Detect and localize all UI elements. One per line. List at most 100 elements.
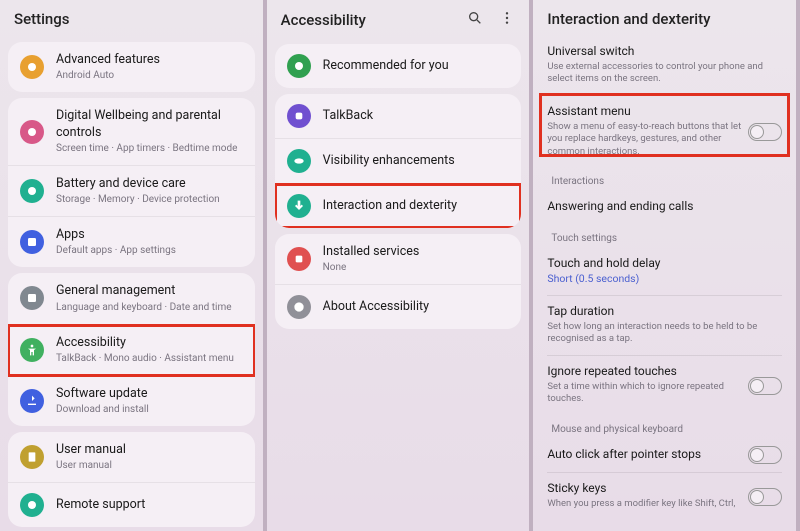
a11y-card-1: Recommended for you	[275, 44, 522, 88]
autoclick-toggle[interactable]	[748, 446, 782, 464]
row-title: TalkBack	[323, 108, 510, 124]
row-title: Ignore repeated touches	[547, 364, 742, 380]
row-remote-support[interactable]: Remote support	[8, 483, 255, 527]
accessibility-icon	[20, 338, 44, 362]
row-text: About Accessibility	[323, 299, 510, 315]
general-icon	[20, 286, 44, 310]
row-sub: Download and install	[56, 403, 243, 416]
sticky-toggle[interactable]	[748, 488, 782, 506]
row-talkback[interactable]: TalkBack	[275, 94, 522, 139]
accessibility-header: Accessibility	[267, 0, 530, 38]
row-title: Recommended for you	[323, 58, 510, 74]
row-title: Advanced features	[56, 52, 243, 68]
row-text: Accessibility TalkBack · Mono audio · As…	[56, 335, 243, 365]
row-title: Universal switch	[547, 44, 782, 60]
row-title: Interaction and dexterity	[323, 198, 510, 214]
wellbeing-icon	[20, 120, 44, 144]
row-title: Touch and hold delay	[547, 256, 782, 272]
row-sticky-keys[interactable]: Sticky keys When you press a modifier ke…	[533, 473, 796, 520]
more-icon[interactable]	[499, 10, 515, 30]
a11y-card-2: TalkBack Visibility enhancements Interac…	[275, 94, 522, 228]
advanced-icon	[20, 55, 44, 79]
row-title: Software update	[56, 386, 243, 402]
remote-icon	[20, 493, 44, 517]
row-battery-care[interactable]: Battery and device care Storage · Memory…	[8, 166, 255, 217]
interaction-icon	[287, 194, 311, 218]
row-sub: Show a menu of easy-to-reach buttons tha…	[547, 121, 742, 158]
talkback-icon	[287, 104, 311, 128]
row-sub: Set a time within which to ignore repeat…	[547, 381, 742, 406]
row-sub: Default apps · App settings	[56, 244, 243, 257]
settings-card-1: Advanced features Android Auto	[8, 42, 255, 92]
row-sub: Language and keyboard · Date and time	[56, 301, 243, 314]
about-icon: i	[287, 295, 311, 319]
recommended-icon	[287, 54, 311, 78]
accessibility-panel: Accessibility Recommended for you	[267, 0, 534, 531]
search-icon[interactable]	[467, 10, 483, 30]
interaction-panel: Interaction and dexterity Universal swit…	[533, 0, 800, 531]
row-sub: None	[323, 261, 510, 274]
row-about-accessibility[interactable]: i About Accessibility	[275, 285, 522, 329]
row-user-manual[interactable]: User manual User manual	[8, 432, 255, 483]
row-ignore-repeated[interactable]: Ignore repeated touches Set a time withi…	[533, 356, 796, 415]
row-general-management[interactable]: General management Language and keyboard…	[8, 273, 255, 324]
row-sub: When you press a modifier key like Shift…	[547, 498, 742, 510]
row-link: Short (0.5 seconds)	[547, 272, 782, 285]
row-text: Apps Default apps · App settings	[56, 227, 243, 257]
row-title: Digital Wellbeing and parental controls	[56, 108, 243, 141]
row-text: Advanced features Android Auto	[56, 52, 243, 82]
row-auto-click[interactable]: Auto click after pointer stops	[533, 439, 796, 473]
row-visibility[interactable]: Visibility enhancements	[275, 139, 522, 184]
row-sub: TalkBack · Mono audio · Assistant menu	[56, 352, 243, 365]
accessibility-title: Accessibility	[281, 11, 366, 29]
row-digital-wellbeing[interactable]: Digital Wellbeing and parental controls …	[8, 98, 255, 166]
settings-title: Settings	[14, 10, 70, 28]
row-accessibility[interactable]: Accessibility TalkBack · Mono audio · As…	[8, 325, 255, 376]
row-title: Assistant menu	[547, 104, 742, 120]
row-interaction-dexterity[interactable]: Interaction and dexterity	[275, 184, 522, 228]
row-text: Software update Download and install	[56, 386, 243, 416]
row-text: Visibility enhancements	[323, 153, 510, 169]
row-software-update[interactable]: Software update Download and install	[8, 376, 255, 426]
row-title: General management	[56, 283, 243, 299]
row-universal-switch[interactable]: Universal switch Use external accessorie…	[533, 36, 796, 95]
row-advanced-features[interactable]: Advanced features Android Auto	[8, 42, 255, 92]
settings-card-3: General management Language and keyboard…	[8, 273, 255, 426]
row-title: Accessibility	[56, 335, 243, 351]
services-icon	[287, 247, 311, 271]
row-touch-hold-delay[interactable]: Touch and hold delay Short (0.5 seconds)	[533, 248, 796, 296]
row-text: Digital Wellbeing and parental controls …	[56, 108, 243, 155]
row-text: Battery and device care Storage · Memory…	[56, 176, 243, 206]
interaction-title: Interaction and dexterity	[547, 10, 710, 28]
row-title: Answering and ending calls	[547, 199, 782, 215]
assistant-toggle[interactable]	[748, 123, 782, 141]
section-mouse: Mouse and physical keyboard	[533, 416, 796, 439]
row-answering-calls[interactable]: Answering and ending calls	[533, 191, 796, 225]
a11y-card-3: Installed services None i About Accessib…	[275, 234, 522, 329]
settings-header: Settings	[0, 0, 263, 36]
row-sub: Use external accessories to control your…	[547, 61, 782, 86]
row-title: Remote support	[56, 497, 243, 513]
row-assistant-menu[interactable]: Assistant menu Show a menu of easy-to-re…	[533, 96, 796, 168]
row-title: User manual	[56, 442, 243, 458]
row-installed-services[interactable]: Installed services None	[275, 234, 522, 285]
row-title: About Accessibility	[323, 299, 510, 315]
row-text: General management Language and keyboard…	[56, 283, 243, 313]
row-sub: User manual	[56, 459, 243, 472]
row-title: Tap duration	[547, 304, 782, 320]
row-text: Installed services None	[323, 244, 510, 274]
row-apps[interactable]: Apps Default apps · App settings	[8, 217, 255, 267]
ignore-toggle[interactable]	[748, 377, 782, 395]
row-title: Apps	[56, 227, 243, 243]
apps-icon	[20, 230, 44, 254]
row-text: Recommended for you	[323, 58, 510, 74]
row-recommended[interactable]: Recommended for you	[275, 44, 522, 88]
row-tap-duration[interactable]: Tap duration Set how long an interaction…	[533, 296, 796, 355]
settings-card-4: User manual User manual Remote support	[8, 432, 255, 527]
row-text: Interaction and dexterity	[323, 198, 510, 214]
row-title: Visibility enhancements	[323, 153, 510, 169]
update-icon	[20, 389, 44, 413]
header-icons	[467, 10, 515, 30]
row-sub: Screen time · App timers · Bedtime mode	[56, 142, 243, 155]
battery-icon	[20, 179, 44, 203]
